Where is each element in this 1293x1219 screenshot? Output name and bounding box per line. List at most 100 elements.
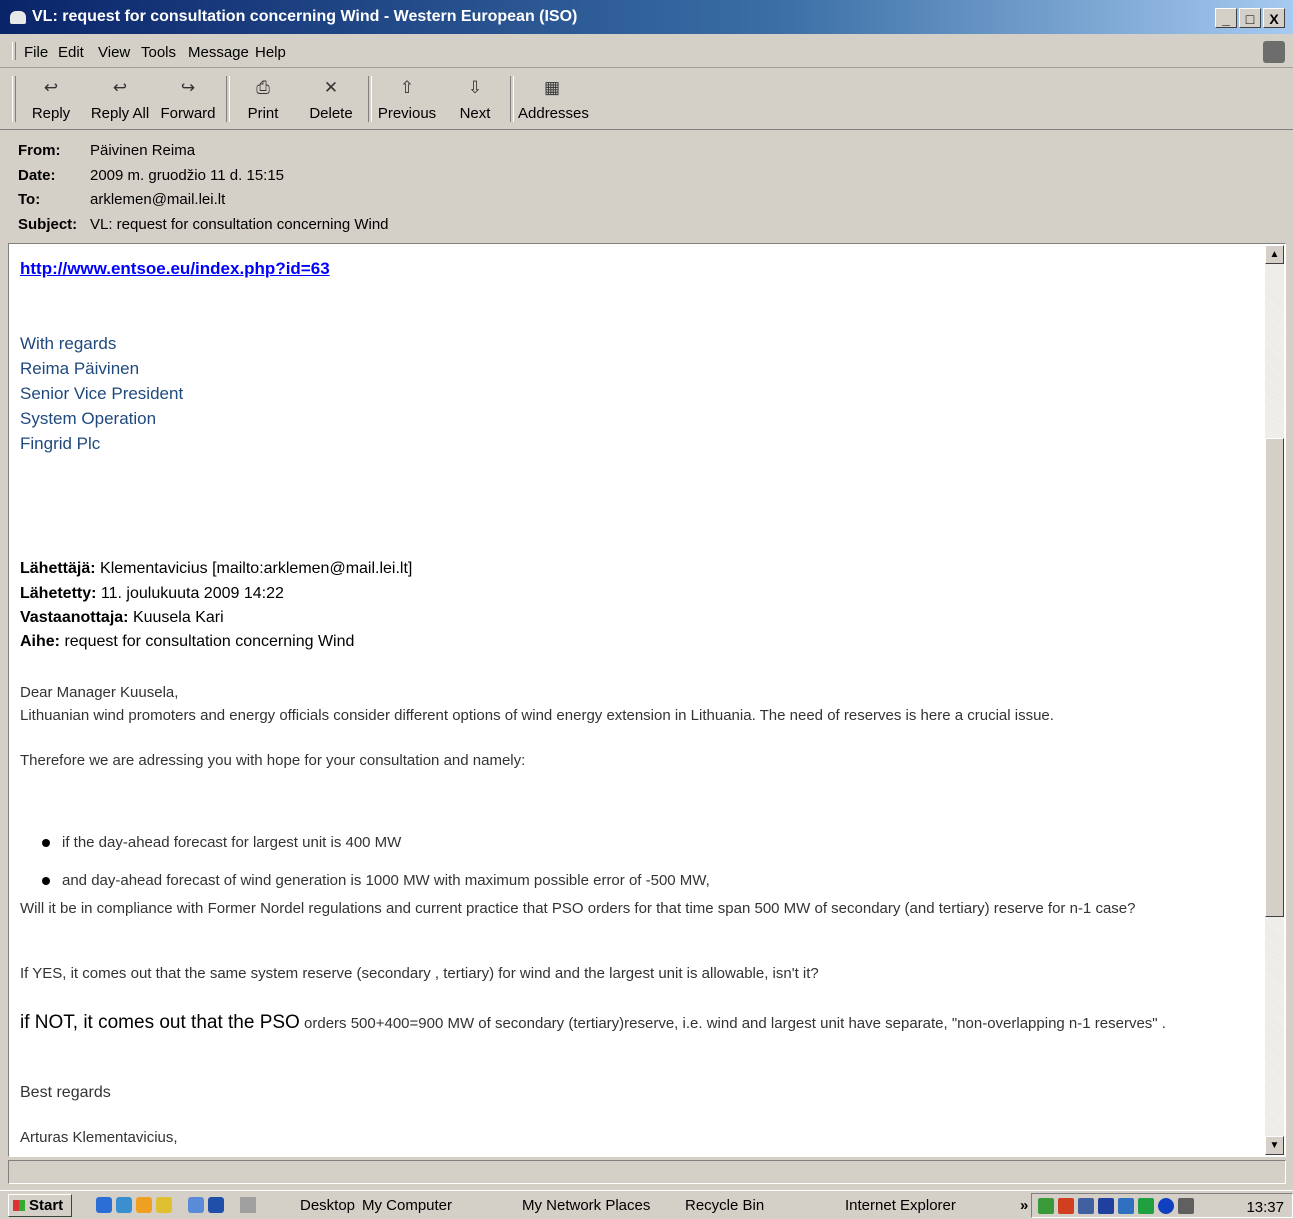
- menu-file[interactable]: File: [24, 44, 48, 61]
- scroll-thumb[interactable]: [1265, 438, 1284, 917]
- message-body-pane[interactable]: http://www.entsoe.eu/index.php?id=63 Wit…: [8, 243, 1286, 1157]
- tray-icon[interactable]: [1058, 1198, 1074, 1214]
- subject-value: VL: request for consultation concerning …: [90, 216, 389, 233]
- windows-logo-icon: [1263, 41, 1285, 63]
- taskbar-recycle-bin[interactable]: Recycle Bin: [685, 1197, 764, 1214]
- forward-sender-label: Lähettäjä:: [20, 560, 96, 577]
- delete-button[interactable]: ✕ Delete: [306, 74, 356, 126]
- show-desktop-icon[interactable]: [156, 1197, 172, 1213]
- scroll-down-arrow-icon[interactable]: ▼: [1265, 1136, 1284, 1155]
- menu-edit[interactable]: Edit: [58, 44, 84, 61]
- start-label: Start: [29, 1197, 64, 1214]
- next-label: Next: [459, 105, 491, 122]
- forward-subject-value: request for consultation concerning Wind: [64, 633, 355, 650]
- bullet-icon: [42, 839, 50, 848]
- print-button[interactable]: ⎙ Print: [240, 74, 286, 126]
- print-label: Print: [247, 105, 279, 122]
- signature-line: Senior Vice President: [20, 384, 184, 403]
- menu-help[interactable]: Help: [255, 44, 286, 61]
- tray-icon[interactable]: [1158, 1198, 1174, 1214]
- down-arrow-icon: ⇩: [467, 78, 483, 97]
- signature-line: Fingrid Plc: [20, 434, 101, 453]
- taskbar-network-places[interactable]: My Network Places: [522, 1197, 650, 1214]
- tray-icon[interactable]: [1138, 1198, 1154, 1214]
- menu-view[interactable]: View: [98, 44, 130, 61]
- next-button[interactable]: ⇩ Next: [454, 74, 496, 126]
- date-label: Date:: [18, 167, 56, 184]
- delete-label: Delete: [309, 105, 353, 122]
- sender-name: Arturas Klementavicius,: [20, 1129, 178, 1146]
- previous-label: Previous: [377, 105, 437, 122]
- previous-button[interactable]: ⇧ Previous: [376, 74, 438, 126]
- clock: 13:37: [1246, 1199, 1284, 1216]
- toolbar-handle-icon[interactable]: [240, 1197, 256, 1213]
- greeting: Dear Manager Kuusela,: [20, 684, 179, 701]
- system-tray: 13:37: [1031, 1193, 1293, 1218]
- internet-explorer-icon[interactable]: [96, 1197, 112, 1213]
- vertical-scrollbar[interactable]: ▲ ▼: [1265, 245, 1284, 1155]
- mail-icon: [10, 11, 26, 24]
- toolbar-separator: [226, 76, 230, 122]
- paragraph: Will it be in compliance with Former Nor…: [20, 900, 1136, 917]
- up-arrow-icon: ⇧: [399, 78, 415, 97]
- to-value: arklemen@mail.lei.lt: [90, 191, 226, 208]
- network-icon[interactable]: [1118, 1198, 1134, 1214]
- paragraph: If YES, it comes out that the same syste…: [20, 965, 819, 982]
- delete-icon: ✕: [323, 78, 339, 97]
- taskbar-desktop[interactable]: Desktop: [300, 1197, 355, 1214]
- toolbar-separator: [368, 76, 372, 122]
- from-value: Päivinen Reima: [90, 142, 196, 159]
- forward-sender-value: Klementavicius [mailto:arklemen@mail.lei…: [100, 560, 413, 577]
- forward-icon: ↪: [180, 78, 196, 97]
- signature-line: Reima Päivinen: [20, 359, 140, 378]
- forward-subject-label: Aihe:: [20, 633, 60, 650]
- media-player-icon[interactable]: [136, 1197, 152, 1213]
- forward-recipient-value: Kuusela Kari: [132, 609, 224, 626]
- forward-sender: Lähettäjä: Klementavicius [mailto:arklem…: [20, 560, 412, 578]
- taskbar-internet-explorer[interactable]: Internet Explorer: [845, 1197, 956, 1214]
- signature-line: With regards: [20, 334, 117, 353]
- bullet-icon: [42, 877, 50, 886]
- paragraph: Therefore we are adressing you with hope…: [20, 752, 526, 769]
- addresses-button[interactable]: ▦ Addresses: [518, 74, 589, 126]
- menu-tools[interactable]: Tools: [141, 44, 176, 61]
- maximize-button[interactable]: □: [1239, 8, 1261, 28]
- to-label: To:: [18, 191, 41, 208]
- list-item-text: if the day-ahead forecast for largest un…: [62, 834, 402, 851]
- forward-sent-value: 11. joulukuuta 2009 14:22: [100, 585, 284, 602]
- start-button[interactable]: Start: [8, 1194, 72, 1217]
- reply-all-button[interactable]: ↩ Reply All: [90, 74, 150, 126]
- tray-icon[interactable]: [1078, 1198, 1094, 1214]
- tray-icon[interactable]: [1178, 1198, 1194, 1214]
- window-title: VL: request for consultation concerning …: [32, 8, 578, 25]
- taskbar-chevron-icon[interactable]: »: [1020, 1197, 1028, 1214]
- closing: Best regards: [20, 1084, 111, 1101]
- forward-recipient: Vastaanottaja: Kuusela Kari: [20, 609, 224, 627]
- language-icon[interactable]: [1098, 1198, 1114, 1214]
- minimize-button[interactable]: _: [1215, 8, 1237, 28]
- reply-all-label: Reply All: [90, 105, 150, 122]
- menu-bar: File Edit View Tools Message Help: [0, 36, 1293, 68]
- word-icon[interactable]: [208, 1197, 224, 1213]
- taskbar-my-computer[interactable]: My Computer: [362, 1197, 452, 1214]
- toolbar-grip[interactable]: [12, 76, 16, 122]
- menu-message[interactable]: Message: [188, 44, 249, 61]
- forward-button[interactable]: ↪ Forward: [158, 74, 218, 126]
- forward-subject: Aihe: request for consultation concernin…: [20, 633, 354, 651]
- close-button[interactable]: X: [1263, 8, 1285, 28]
- entsoe-link[interactable]: http://www.entsoe.eu/index.php?id=63: [20, 259, 330, 279]
- emphasized-text: if NOT, it comes out that the PSO: [20, 1012, 300, 1033]
- reply-button[interactable]: ↩ Reply: [26, 74, 76, 126]
- forward-sent: Lähetetty: 11. joulukuuta 2009 14:22: [20, 585, 284, 603]
- title-bar: VL: request for consultation concerning …: [0, 0, 1293, 34]
- from-label: From:: [18, 142, 61, 159]
- tray-icon[interactable]: [1038, 1198, 1054, 1214]
- reply-icon: ↩: [43, 78, 59, 97]
- outlook-express-icon[interactable]: [116, 1197, 132, 1213]
- list-item: if the day-ahead forecast for largest un…: [42, 834, 401, 851]
- scroll-up-arrow-icon[interactable]: ▲: [1265, 245, 1284, 264]
- windows-flag-icon: [13, 1200, 25, 1211]
- app-icon[interactable]: [188, 1197, 204, 1213]
- paragraph: if NOT, it comes out that the PSO orders…: [20, 1012, 1220, 1035]
- menu-grip[interactable]: [12, 42, 16, 60]
